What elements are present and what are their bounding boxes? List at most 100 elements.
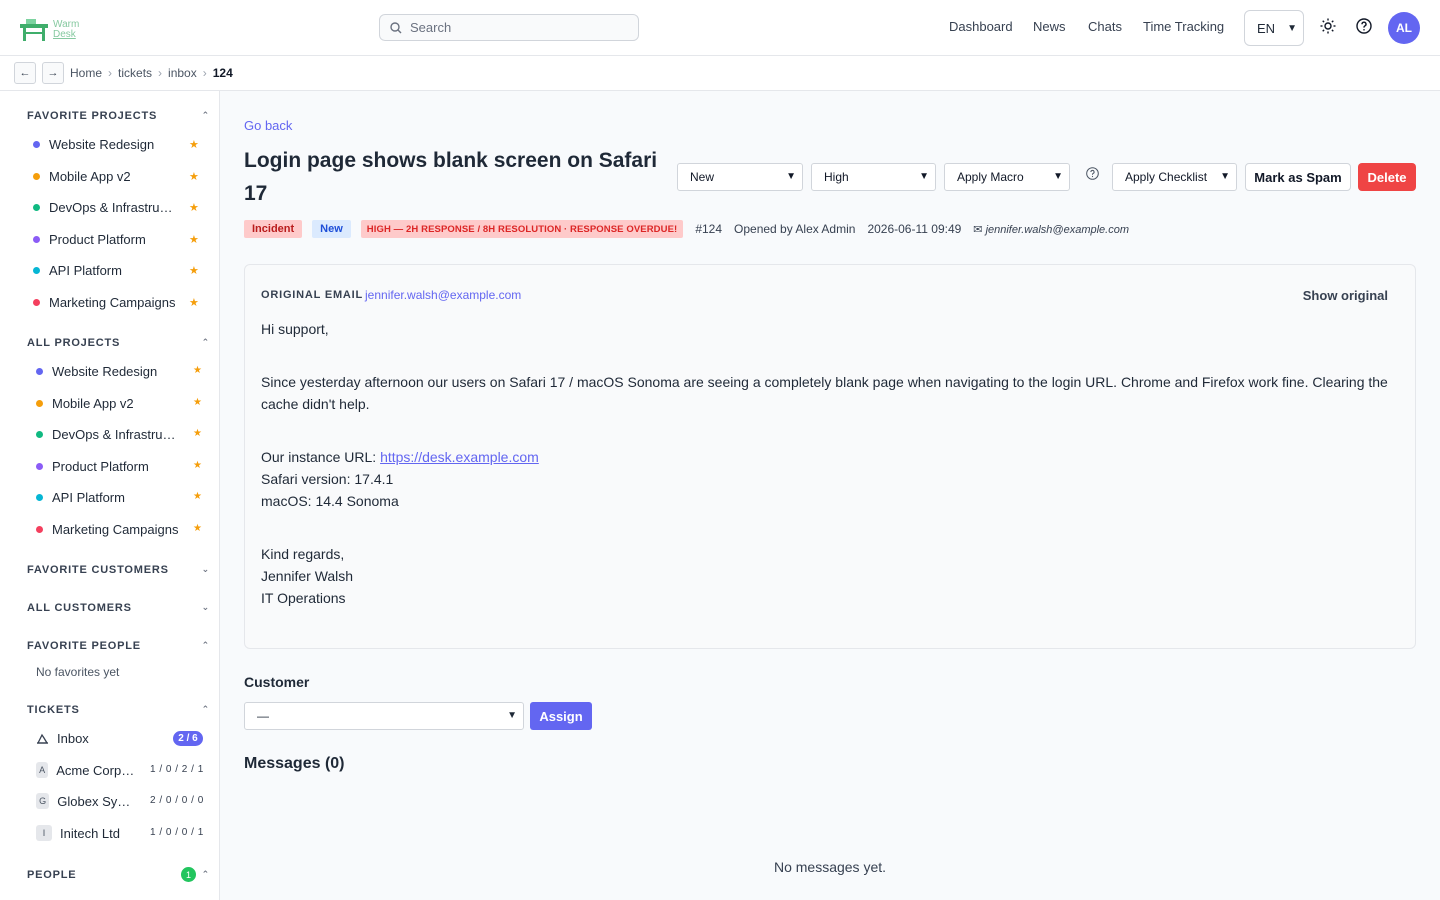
email-regards: Kind regards, [261, 546, 345, 562]
nav-dashboard[interactable]: Dashboard [949, 19, 1013, 34]
delete-button[interactable]: Delete [1358, 163, 1416, 191]
chevron-up-icon: ⌃ [201, 869, 210, 879]
sidebar-item-project[interactable]: DevOps & Infrastructure [36, 424, 182, 444]
assign-button[interactable]: Assign [530, 702, 592, 730]
logo-text: Warm Desk [53, 19, 80, 40]
project-color-dot [36, 399, 43, 407]
breadcrumb-home[interactable]: Home [70, 66, 102, 80]
section-favorite-customers[interactable]: FAVORITE CUSTOMERS ⌄ [27, 564, 210, 576]
star-icon[interactable]: ★ [189, 296, 199, 309]
sidebar-item-customer[interactable]: A Acme Corporation [36, 760, 136, 780]
star-icon[interactable]: ★ [189, 264, 199, 277]
sidebar-item-favorite-project[interactable]: Website Redesign [33, 134, 154, 154]
sidebar-item-project[interactable]: Website Redesign [36, 361, 157, 381]
sidebar-item-customer[interactable]: I Initech Ltd [36, 823, 136, 843]
nav-chats[interactable]: Chats [1088, 19, 1122, 34]
star-icon[interactable]: ★ [189, 138, 199, 151]
desk-logo-icon [20, 19, 48, 41]
main-content: Go back Login page shows blank screen on… [220, 91, 1440, 900]
checklist-select[interactable]: Apply Checklist ▼ [1112, 163, 1237, 191]
ticket-number: #124 [695, 222, 723, 236]
sidebar-item-favorite-project[interactable]: API Platform [33, 260, 122, 280]
opened-at: 2026-06-11 09:49 [867, 222, 962, 236]
sidebar-item-project[interactable]: Mobile App v2 [36, 393, 134, 413]
search-input[interactable]: Search [379, 14, 639, 41]
reporter-email[interactable]: ✉ jennifer.walsh@example.com [973, 223, 1129, 236]
email-signature-dept: IT Operations [261, 590, 346, 606]
sidebar-item-favorite-project[interactable]: DevOps & Infrastructure [33, 197, 179, 217]
sla-badge: HIGH — 2H RESPONSE / 8H RESOLUTION · RES… [360, 220, 684, 238]
chevron-up-icon: ⌃ [201, 704, 210, 714]
nav-time-tracking[interactable]: Time Tracking [1143, 19, 1224, 34]
project-color-dot [36, 525, 43, 533]
project-color-dot [33, 172, 40, 180]
project-color-dot [33, 266, 40, 274]
section-all-projects[interactable]: ALL PROJECTS ⌃ [27, 337, 210, 349]
star-icon[interactable]: ★ [193, 523, 202, 534]
sidebar-item-inbox[interactable]: Inbox [36, 728, 89, 748]
sidebar-item-favorite-project[interactable]: Marketing Campaigns [33, 292, 175, 312]
history-forward-button[interactable]: → [42, 62, 64, 84]
email-macos: macOS: 14.4 Sonoma [261, 493, 399, 509]
customer-initial-badge: A [36, 762, 49, 778]
avatar[interactable]: AL [1388, 12, 1420, 44]
sidebar-item-project[interactable]: API Platform [36, 487, 125, 507]
customer-ticket-counts: 1 / 0 / 2 / 1 [150, 764, 204, 775]
breadcrumb-inbox[interactable]: inbox [168, 66, 197, 80]
star-icon[interactable]: ★ [193, 428, 202, 439]
email-paragraph: Since yesterday afternoon our users on S… [261, 374, 1388, 412]
history-back-button[interactable]: ← [14, 62, 36, 84]
star-icon[interactable]: ★ [189, 201, 199, 214]
chevron-down-icon: ▼ [786, 171, 796, 182]
section-tickets[interactable]: TICKETS ⌃ [27, 704, 210, 716]
breadcrumb-separator: › [158, 66, 163, 80]
star-icon[interactable]: ★ [189, 170, 199, 183]
priority-select[interactable]: High ▼ [811, 163, 936, 191]
app-logo[interactable]: Warm Desk [18, 16, 80, 44]
chevron-down-icon: ▼ [1287, 23, 1297, 34]
breadcrumb-tickets[interactable]: tickets [118, 66, 152, 80]
email-safari-version: Safari version: 17.4.1 [261, 471, 394, 487]
status-tag: New [312, 220, 351, 238]
star-icon[interactable]: ★ [193, 491, 202, 502]
instance-url-link[interactable]: https://desk.example.com [380, 449, 539, 465]
chevron-down-icon: ⌄ [201, 602, 210, 612]
original-email-card: ORIGINAL EMAIL jennifer.walsh@example.co… [244, 264, 1416, 649]
macro-help-icon[interactable] [1086, 167, 1099, 180]
breadcrumb: Home › tickets › inbox › 124 [70, 66, 233, 80]
email-sender[interactable]: jennifer.walsh@example.com [365, 288, 521, 302]
star-icon[interactable]: ★ [193, 365, 202, 376]
help-button[interactable] [1355, 17, 1373, 35]
customer-label: Customer [244, 674, 310, 690]
mark-as-spam-button[interactable]: Mark as Spam [1245, 163, 1351, 191]
type-tag: Incident [244, 220, 303, 238]
star-icon[interactable]: ★ [189, 233, 199, 246]
sidebar-item-favorite-project[interactable]: Product Platform [33, 229, 146, 249]
section-favorite-projects[interactable]: FAVORITE PROJECTS ⌃ [27, 110, 210, 122]
email-signature-name: Jennifer Walsh [261, 568, 354, 584]
status-select[interactable]: New ▼ [677, 163, 803, 191]
section-favorite-people[interactable]: FAVORITE PEOPLE ⌃ [27, 640, 210, 652]
sidebar-item-favorite-project[interactable]: Mobile App v2 [33, 166, 131, 186]
sidebar: FAVORITE PROJECTS ⌃ Website Redesign ★ M… [0, 91, 220, 900]
customer-select[interactable]: — ▼ [244, 702, 524, 730]
go-back-link[interactable]: Go back [244, 118, 292, 133]
customer-ticket-counts: 2 / 0 / 0 / 0 [150, 795, 204, 806]
email-heading: ORIGINAL EMAIL [261, 289, 364, 301]
chevron-down-icon: ▼ [1220, 171, 1230, 182]
show-original-button[interactable]: Show original [1303, 288, 1388, 303]
breadcrumb-bar: ← → Home › tickets › inbox › 124 [0, 56, 1440, 91]
sidebar-item-customer[interactable]: G Globex Systems [36, 791, 136, 811]
section-all-customers[interactable]: ALL CUSTOMERS ⌄ [27, 602, 210, 614]
customer-ticket-counts: 1 / 0 / 0 / 1 [150, 827, 204, 838]
nav-news[interactable]: News [1033, 19, 1066, 34]
language-select[interactable]: EN ▼ [1244, 10, 1304, 46]
star-icon[interactable]: ★ [193, 460, 202, 471]
sidebar-item-project[interactable]: Product Platform [36, 456, 149, 476]
macro-select[interactable]: Apply Macro ▼ [944, 163, 1070, 191]
email-body: Hi support, Since yesterday afternoon ou… [261, 318, 1391, 609]
theme-toggle-button[interactable] [1319, 17, 1337, 35]
star-icon[interactable]: ★ [193, 397, 202, 408]
sidebar-item-project[interactable]: Marketing Campaigns [36, 519, 178, 539]
email-instance-line: Our instance URL: https://desk.example.c… [261, 449, 539, 465]
